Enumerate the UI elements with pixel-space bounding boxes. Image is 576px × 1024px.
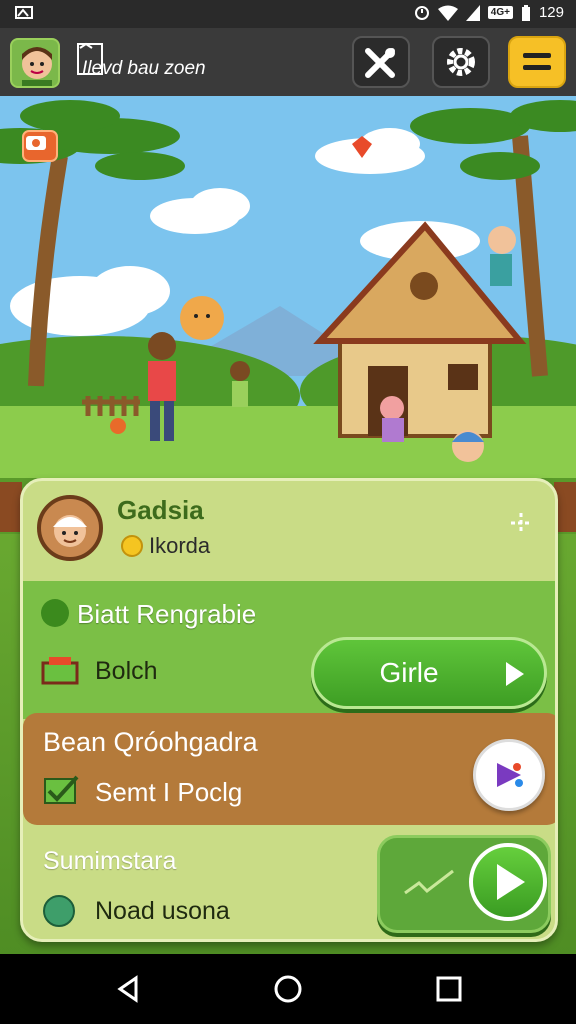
status-bar: 4G+ 129 [0,0,576,28]
map-icon [43,895,75,927]
recents-icon[interactable] [434,974,464,1004]
network-badge: 4G+ [487,6,513,19]
gear-icon [447,48,475,76]
task-card-1: Biatt Rengrabie Bolch Girle [23,581,555,719]
scene-illustration [0,96,576,496]
arrow-right-icon [506,662,524,686]
avatar[interactable] [10,38,60,88]
game-scene[interactable] [0,96,576,496]
menu-button[interactable] [508,36,566,88]
card3-title: Sumimstara [43,847,177,875]
menu-icon [523,53,551,70]
player-name: Gadsia [117,495,204,525]
game-title: Ilevd bau zoen [82,58,206,79]
notification-icon [15,6,33,19]
tools-button[interactable] [352,36,410,88]
signal-icon [465,4,480,21]
leaf-icon [41,599,69,627]
battery-icon [521,4,530,21]
play-button[interactable] [469,843,547,921]
back-icon[interactable] [114,974,144,1004]
card1-title: Biatt Rengrabie [77,599,257,629]
puzzle-icon [497,763,523,787]
alarm-icon [414,5,429,20]
status-time: 129 [538,4,564,21]
action-round-button[interactable] [473,739,545,811]
check-icon [44,775,79,804]
system-nav-bar [0,954,576,1024]
tools-icon [365,48,395,78]
task-card-3: Sumimstara Noad usona [23,825,555,939]
camera-button[interactable] [22,130,58,162]
home-icon[interactable] [273,974,303,1004]
player-subtitle: Ikorda [149,533,211,558]
play-icon [497,864,525,900]
task-card-2: Bean Qróohgadra Semt I Poclg [23,713,555,825]
go-button[interactable]: Girle [311,637,547,709]
sparkle-icon [511,513,531,533]
card3-subtitle: Noad usona [95,897,230,925]
profile-avatar[interactable] [37,495,103,561]
coin-icon [121,535,143,557]
wifi-icon [437,5,458,21]
header: Ilevd bau zoen [0,28,576,96]
card2-subtitle: Semt I Poclg [95,777,243,807]
box-icon [41,657,79,685]
go-button-label: Girle [379,657,439,688]
card1-subtitle: Bolch [95,657,158,685]
check-mark-icon [404,869,454,895]
quest-panel: Gadsia Ikorda Biatt Rengrabie Bolch Girl… [20,478,558,942]
settings-button[interactable] [432,36,490,88]
camera-icon [26,136,46,150]
card2-title: Bean Qróohgadra [43,727,258,757]
